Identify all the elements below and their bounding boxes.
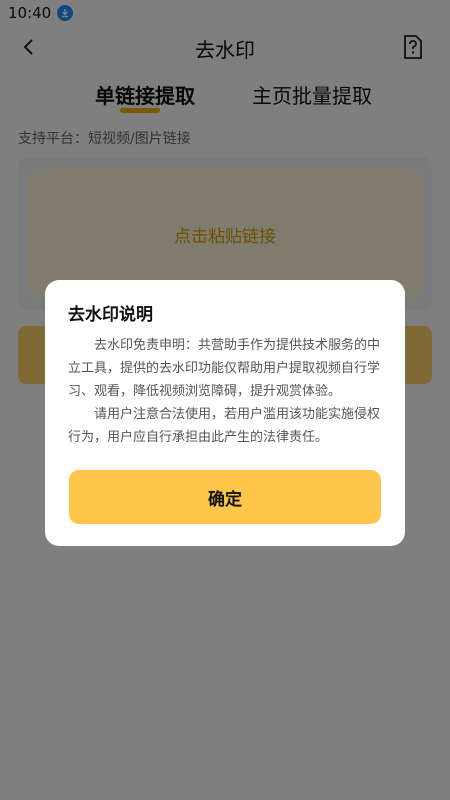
screen: 10:40 去水印 单链接提取 主页批量提取 支持平台：短视频/图片链接 点击粘… <box>0 0 450 800</box>
dialog-paragraph-disclaimer: 去水印免责申明：共营助手作为提供技术服务的中立工具，提供的去水印功能仅帮助用户提… <box>68 338 381 399</box>
watermark-info-dialog: 去水印说明 去水印免责申明：共营助手作为提供技术服务的中立工具，提供的去水印功能… <box>45 280 405 546</box>
confirm-button-label: 确定 <box>208 489 242 510</box>
dialog-title: 去水印说明 <box>68 305 153 325</box>
confirm-button[interactable]: 确定 <box>69 470 381 524</box>
dialog-paragraph-legal-notice: 请用户注意合法使用，若用户滥用该功能实施侵权行为，用户应自行承担由此产生的法律责… <box>68 407 381 445</box>
dialog-body: 去水印免责申明：共营助手作为提供技术服务的中立工具，提供的去水印功能仅帮助用户提… <box>68 334 386 449</box>
